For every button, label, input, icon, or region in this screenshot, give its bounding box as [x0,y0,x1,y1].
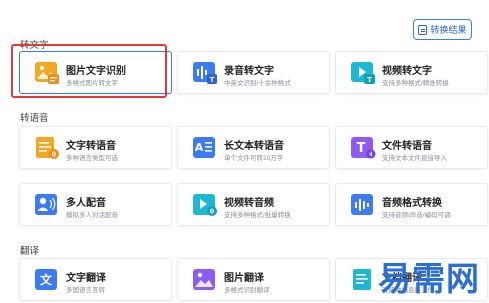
card-title: 文字转语音 [66,141,116,152]
card-long-text-speech[interactable]: A 长文本转语音 单个文件可转10万字 [177,126,330,169]
card-subtitle: 支持文本文件直接导入 [382,155,447,162]
section-title-to-speech: 转语音 [20,113,49,124]
image-translate-icon [193,269,215,290]
doc-translate-icon [353,269,371,290]
svg-text:A: A [195,141,204,154]
svg-text:T: T [210,76,215,84]
multi-voice-icon [35,194,57,215]
card-image-to-text[interactable]: 图片文字识别 多格式图片转文字 [19,51,172,94]
card-title: 录音转文字 [224,66,274,77]
result-button-label: 转换结果 [430,25,467,35]
card-title: 文字翻译 [66,273,106,284]
card-text-translate[interactable]: 文 文字翻译 多国语言互转 [19,258,172,301]
result-button[interactable]: 转换结果 [413,19,472,40]
card-subtitle: 多格式图片转文字 [66,80,118,87]
section-title-translate: 翻译 [20,246,40,257]
text-translate-icon: 文 [35,269,57,290]
card-title: 文件转语音 [382,141,432,152]
card-title: 图片翻译 [224,273,264,284]
card-text-to-speech[interactable]: 文字转语音 多种语言类型可选 [19,126,172,169]
file-speech-icon: T [351,137,376,159]
long-text-icon: A [193,137,215,158]
image-text-icon [35,62,59,84]
card-title: 视频转音频 [224,198,274,209]
audio-wave-icon: T [193,62,217,84]
video-audio-icon [193,194,217,216]
audio-format-icon [351,194,373,215]
card-audio-format[interactable]: 音频格式转换 支持音频/声音/编码可调 [335,183,488,226]
card-file-to-speech[interactable]: T 文件转语音 支持文本文件直接导入 [335,126,488,169]
card-subtitle: 多格式识别翻译 [224,287,270,294]
card-subtitle: 模拟多人对话配音 [66,212,118,219]
card-subtitle: 中英文识别/十余种格式 [224,80,291,87]
card-title: 音频格式转换 [382,198,442,209]
card-title: 长文本转语音 [224,141,284,152]
card-multi-dub[interactable]: 多人配音 模拟多人对话配音 [19,183,172,226]
doc-speech-icon [36,137,59,159]
video-text-icon: T [351,62,375,84]
svg-text:文: 文 [40,272,53,287]
svg-text:T: T [367,76,372,84]
card-title: 多人配音 [66,198,106,209]
card-audio-to-text[interactable]: T 录音转文字 中英文识别/十余种格式 [177,51,330,94]
card-subtitle: 多国语言互转 [66,287,105,294]
card-title: 图片文字识别 [66,66,126,77]
card-image-translate[interactable]: 图片翻译 多格式识别翻译 [177,258,330,301]
card-subtitle: 支持多种格式/批量转换 [224,212,291,219]
card-subtitle: 多种语言类型可选 [66,155,118,162]
document-icon [418,24,428,35]
svg-text:T: T [357,141,366,156]
card-subtitle: 支持音频/声音/编码可调 [382,212,451,219]
card-subtitle: 支持多种格式/精准转换 [382,80,449,87]
card-video-to-text[interactable]: T 视频转文字 支持多种格式/精准转换 [335,51,488,94]
card-subtitle: 单个文件可转10万字 [224,155,284,162]
card-title: 视频转文字 [382,66,432,77]
card-video-to-audio[interactable]: 视频转音频 支持多种格式/批量转换 [177,183,330,226]
watermark: 易需网 [378,259,480,298]
section-title-to-text: 转文字 [20,40,49,51]
